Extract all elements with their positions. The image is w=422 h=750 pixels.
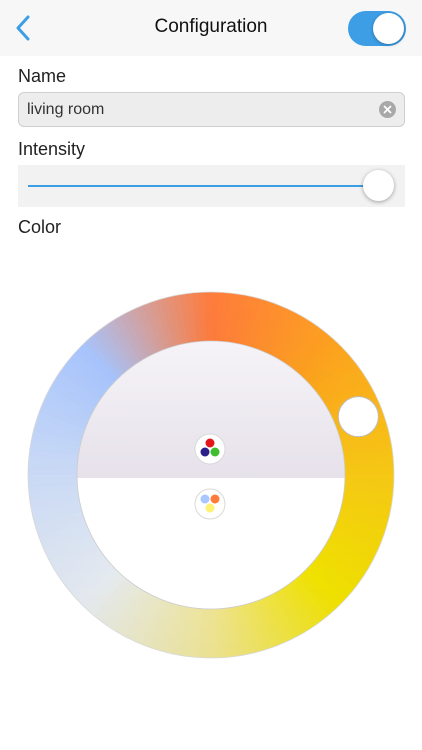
color-picker-handle[interactable]	[337, 396, 379, 438]
slider-thumb[interactable]	[363, 170, 394, 201]
intensity-slider[interactable]	[18, 165, 405, 207]
navigation-bar: Configuration	[0, 0, 422, 56]
pastel-palette-button[interactable]	[194, 488, 226, 520]
intensity-label: Intensity	[18, 139, 86, 159]
power-toggle[interactable]	[348, 11, 406, 46]
clear-button[interactable]	[379, 101, 396, 118]
name-input-value[interactable]: living room	[27, 101, 104, 119]
configuration-screen: Configuration Name living room Intensity…	[0, 0, 422, 750]
name-label: Name	[18, 66, 67, 86]
name-input[interactable]: living room	[18, 92, 405, 127]
color-wheel[interactable]	[0, 250, 422, 680]
slider-track[interactable]	[28, 170, 394, 201]
toggle-knob	[373, 13, 404, 44]
rgb-palette-button[interactable]	[194, 433, 226, 465]
clear-circle-icon	[383, 105, 392, 114]
slider-fill	[28, 185, 378, 187]
color-label: Color	[18, 217, 62, 237]
